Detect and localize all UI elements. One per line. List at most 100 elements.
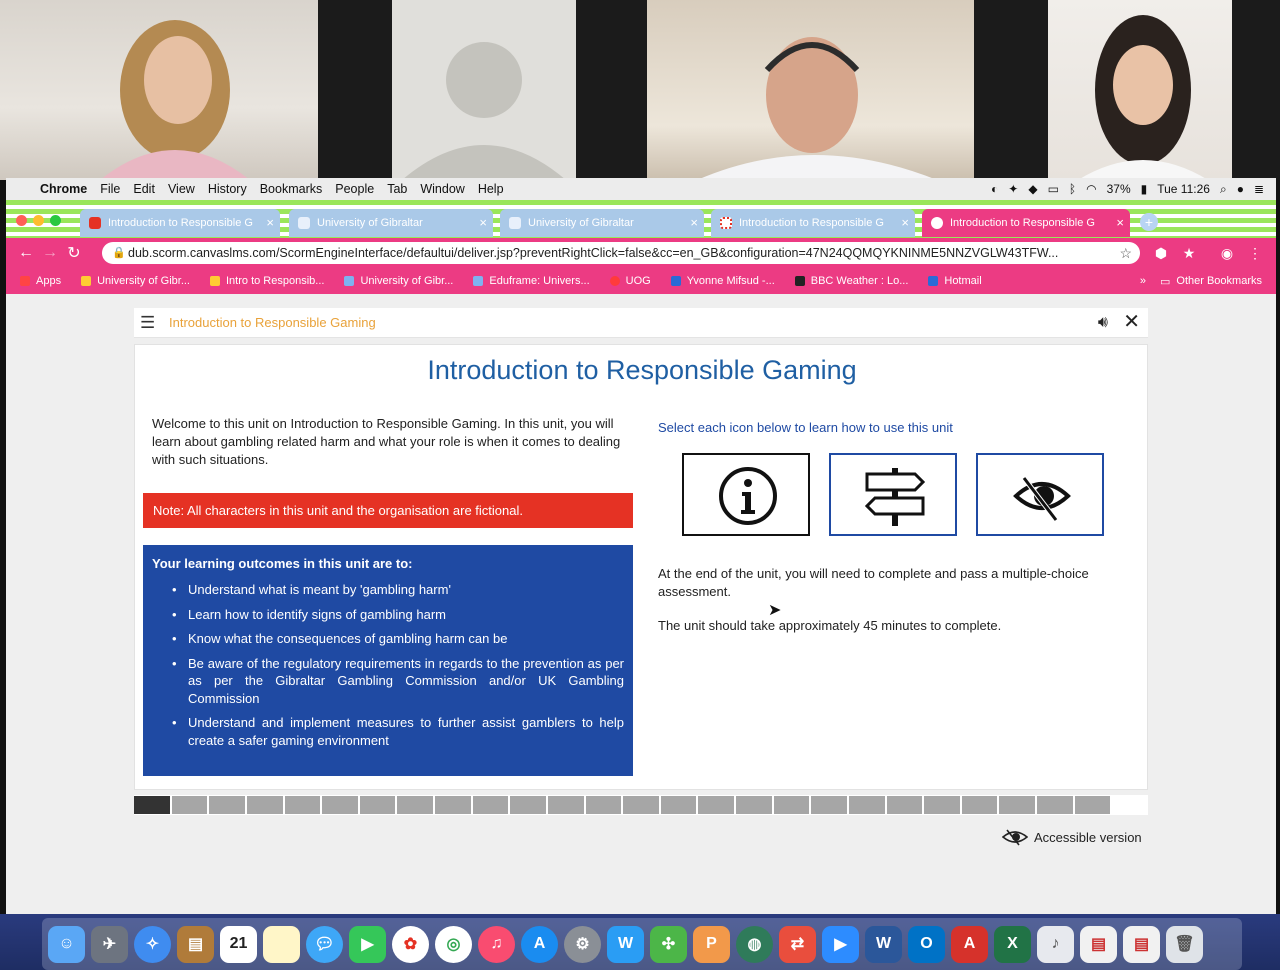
new-tab-button[interactable]: + (1140, 213, 1158, 231)
menu-file[interactable]: File (100, 182, 120, 196)
address-bar[interactable]: 🔒 dub.scorm.canvaslms.com/ScormEngineInt… (102, 242, 1140, 264)
progress-segment[interactable] (848, 796, 885, 814)
tab-close-icon[interactable]: × (266, 209, 274, 237)
progress-segment[interactable] (773, 796, 810, 814)
zoom-icon[interactable]: ▶ (822, 925, 859, 963)
bookmarks-overflow-icon[interactable]: » (1140, 275, 1146, 287)
tab-4[interactable]: Introduction to Responsible G × (711, 209, 915, 237)
participant-video-4[interactable] (1048, 0, 1232, 180)
close-icon[interactable]: ✕ (1123, 312, 1140, 332)
contacts-icon[interactable]: ▤ (177, 925, 214, 963)
menu-help[interactable]: Help (478, 182, 504, 196)
close-window-button[interactable] (16, 215, 27, 226)
progress-segment[interactable] (999, 796, 1035, 814)
participant-video-3[interactable] (647, 0, 974, 180)
facetime-icon[interactable]: ▶ (349, 925, 386, 963)
progress-segment[interactable] (1074, 796, 1111, 814)
progress-segment[interactable] (924, 796, 960, 814)
bookmark-apps[interactable]: Apps (20, 275, 61, 287)
back-icon[interactable]: ← (14, 244, 38, 262)
participant-video-2[interactable] (392, 0, 576, 180)
bookmark-star-icon[interactable]: ☆ (1119, 242, 1132, 264)
clock[interactable]: Tue 11:26 (1157, 182, 1210, 196)
tab-5-active[interactable]: Introduction to Responsible G × (922, 209, 1130, 237)
menu-tab[interactable]: Tab (387, 182, 407, 196)
menu-app-name[interactable]: Chrome (40, 182, 87, 196)
music-icon[interactable]: ♫ (478, 925, 515, 963)
siri-icon[interactable]: ● (1237, 182, 1244, 196)
progress-segment[interactable] (811, 796, 847, 814)
profile-icon[interactable]: ◉ (1218, 244, 1236, 262)
progress-segment[interactable] (510, 796, 546, 814)
participant-video-1[interactable] (0, 0, 318, 180)
word-art-icon[interactable]: W (607, 925, 644, 963)
vpn-icon[interactable]: ◐ (991, 182, 998, 196)
trash-icon[interactable]: 🗑︎ (1166, 925, 1203, 963)
navigation-button[interactable] (829, 453, 957, 536)
word-icon[interactable]: W (865, 925, 902, 963)
tab-close-icon[interactable]: × (479, 209, 487, 237)
progress-segment[interactable] (1112, 796, 1148, 814)
extension-icon[interactable]: ✦ (1008, 182, 1018, 196)
spotlight-search-icon[interactable]: ⌕ (1220, 182, 1227, 197)
bookmark-university-2[interactable]: University of Gibr... (344, 275, 453, 287)
finder-icon[interactable]: ☺ (48, 925, 85, 963)
reload-icon[interactable]: ↻ (62, 243, 86, 263)
progress-segment[interactable] (585, 796, 622, 814)
tab-1[interactable]: Introduction to Responsible G × (80, 209, 280, 237)
progress-segment[interactable] (134, 796, 170, 814)
progress-segment[interactable] (472, 796, 509, 814)
progress-segment[interactable] (359, 796, 396, 814)
menu-view[interactable]: View (168, 182, 195, 196)
excel-icon[interactable]: X (994, 925, 1031, 963)
tab-close-icon[interactable]: × (690, 209, 698, 237)
progress-segment[interactable] (435, 796, 471, 814)
accessible-version-link[interactable]: Accessible version (1002, 828, 1142, 846)
menu-people[interactable]: People (335, 182, 374, 196)
menu-edit[interactable]: Edit (133, 182, 155, 196)
bookmark-yvonne[interactable]: Yvonne Mifsud -... (670, 275, 775, 287)
app-store-icon[interactable]: A (521, 925, 558, 963)
acrobat-icon[interactable]: A (951, 925, 988, 963)
screen-share-icon[interactable]: ⇄ (779, 925, 816, 963)
progress-segment[interactable] (171, 796, 208, 814)
progress-segment[interactable] (1037, 796, 1073, 814)
network-icon[interactable]: ✣ (650, 925, 687, 963)
progress-segment[interactable] (209, 796, 245, 814)
progress-segment[interactable] (736, 796, 772, 814)
tab-2[interactable]: University of Gibraltar × (289, 209, 493, 237)
dropbox-icon[interactable]: ◆ (1028, 182, 1037, 196)
progress-segment[interactable] (397, 796, 433, 814)
tab-3[interactable]: University of Gibraltar × (500, 209, 704, 237)
progress-segment[interactable] (623, 796, 659, 814)
progress-segment[interactable] (547, 796, 584, 814)
progress-segment[interactable] (886, 796, 923, 814)
progress-segment[interactable] (961, 796, 998, 814)
calendar-icon[interactable]: 21 (220, 925, 257, 963)
progress-segment[interactable] (322, 796, 358, 814)
chrome-menu-icon[interactable]: ⋮ (1246, 244, 1264, 262)
bookmark-bbc-weather[interactable]: BBC Weather : Lo... (794, 275, 908, 287)
menu-history[interactable]: History (208, 182, 247, 196)
presentation-icon[interactable]: P (693, 925, 730, 963)
bookmark-university-1[interactable]: University of Gibr... (81, 275, 190, 287)
pdf-document-icon[interactable]: ▤ (1123, 925, 1160, 963)
sound-icon[interactable]: 🔊︎ (1098, 314, 1108, 332)
notes-icon[interactable] (263, 925, 300, 963)
zoom-window-button[interactable] (50, 215, 61, 226)
bookmark-intro[interactable]: Intro to Responsib... (210, 275, 324, 287)
bookmark-eduframe[interactable]: Eduframe: Univers... (473, 275, 590, 287)
menu-window[interactable]: Window (420, 182, 464, 196)
launchpad-icon[interactable]: ✈ (91, 925, 128, 963)
battery-icon[interactable]: ▮ (1141, 182, 1148, 196)
bookmark-uog[interactable]: UOG (609, 275, 651, 287)
info-button[interactable] (682, 453, 810, 536)
bookmark-hotmail[interactable]: Hotmail (928, 275, 982, 287)
progress-segment[interactable] (246, 796, 283, 814)
hamburger-menu-icon[interactable]: ☰ (140, 314, 158, 332)
music-folder-icon[interactable]: ♪ (1037, 925, 1074, 963)
extension-red-icon[interactable]: ⬢ (1152, 244, 1170, 262)
globe-icon[interactable]: ◍ (736, 925, 773, 963)
tab-close-icon[interactable]: × (1116, 209, 1124, 237)
accessibility-button[interactable] (976, 453, 1104, 536)
